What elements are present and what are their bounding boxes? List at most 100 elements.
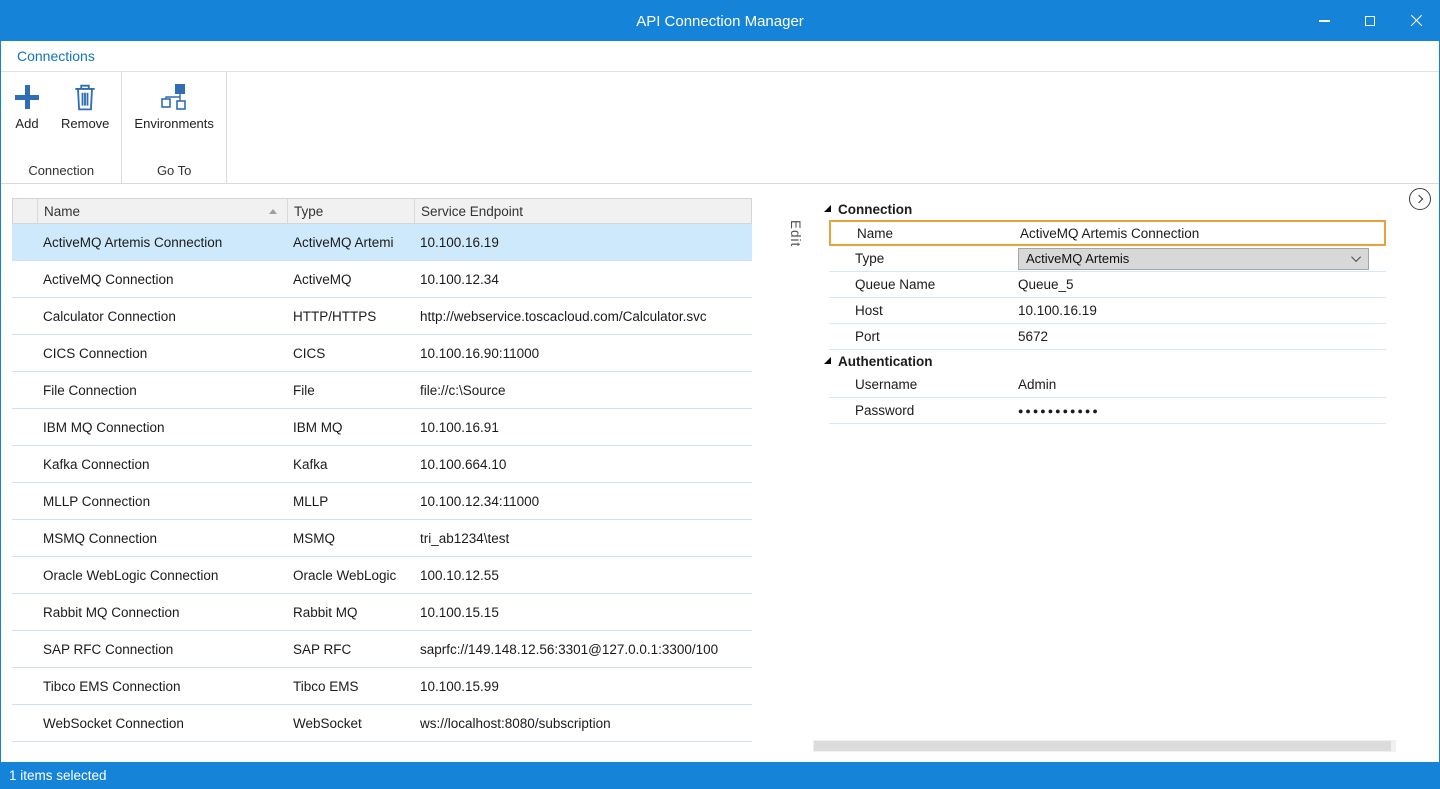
prop-row-name[interactable]: Name ActiveMQ Artemis Connection	[829, 220, 1386, 246]
table-row[interactable]: File Connection File file://c:\Source	[12, 372, 752, 409]
cell-endpoint: http://webservice.toscacloud.com/Calcula…	[414, 309, 752, 324]
prop-row-username[interactable]: Username Admin	[829, 372, 1386, 398]
type-dropdown[interactable]: ActiveMQ Artemis	[1018, 248, 1369, 270]
maximize-icon	[1365, 16, 1375, 26]
dropdown-selected-value: ActiveMQ Artemis	[1026, 251, 1129, 266]
group-buttons: Add Remove	[3, 76, 119, 133]
table-row[interactable]: Calculator Connection HTTP/HTTPS http://…	[12, 298, 752, 335]
cell-endpoint: 10.100.15.15	[414, 605, 752, 620]
table-row[interactable]: CICS Connection CICS 10.100.16.90:11000	[12, 335, 752, 372]
connections-table: Name Type Service Endpoint ActiveMQ Arte…	[12, 198, 752, 762]
table-row[interactable]: Kafka Connection Kafka 10.100.664.10	[12, 446, 752, 483]
cell-type: Rabbit MQ	[287, 605, 414, 620]
table-row[interactable]: MLLP Connection MLLP 10.100.12.34:11000	[12, 483, 752, 520]
panel-expander-button[interactable]	[1409, 188, 1431, 210]
close-button[interactable]	[1393, 1, 1439, 41]
chevron-down-icon	[1351, 252, 1361, 262]
ribbon: Add Remove Connection	[1, 72, 1439, 184]
scrollbar-thumb[interactable]	[814, 741, 1391, 751]
table-row[interactable]: ActiveMQ Connection ActiveMQ 10.100.12.3…	[12, 261, 752, 298]
cell-name: ActiveMQ Artemis Connection	[37, 235, 287, 250]
minimize-button[interactable]	[1301, 1, 1347, 41]
table-row[interactable]: Rabbit MQ Connection Rabbit MQ 10.100.15…	[12, 594, 752, 631]
group-title: Connection	[838, 202, 912, 217]
cell-endpoint: 10.100.664.10	[414, 457, 752, 472]
cell-type: WebSocket	[287, 716, 414, 731]
remove-button[interactable]: Remove	[51, 76, 119, 133]
cell-type: ActiveMQ	[287, 272, 414, 287]
menubar: Connections	[1, 41, 1439, 72]
environments-icon	[159, 82, 189, 112]
tab-edit[interactable]: Edit	[788, 220, 803, 247]
prop-label: Port	[829, 329, 1018, 344]
maximize-button[interactable]	[1347, 1, 1393, 41]
table-row[interactable]: SAP RFC Connection SAP RFC saprfc://149.…	[12, 631, 752, 668]
cell-endpoint: ws://localhost:8080/subscription	[414, 716, 752, 731]
cell-type: SAP RFC	[287, 642, 414, 657]
cell-endpoint: 10.100.12.34:11000	[414, 494, 752, 509]
main-content: Name Type Service Endpoint ActiveMQ Arte…	[1, 184, 1439, 762]
add-button-label: Add	[15, 116, 38, 131]
name-field[interactable]: ActiveMQ Artemis Connection	[1020, 226, 1384, 241]
chevron-right-icon	[1415, 195, 1423, 203]
add-button[interactable]: Add	[3, 76, 51, 133]
port-field[interactable]: 5672	[1018, 329, 1386, 344]
table-row[interactable]: MSMQ Connection MSMQ tri_ab1234\test	[12, 520, 752, 557]
table-row[interactable]: Oracle WebLogic Connection Oracle WebLog…	[12, 557, 752, 594]
table-row[interactable]: Tibco EMS Connection Tibco EMS 10.100.15…	[12, 668, 752, 705]
table-row[interactable]: WebSocket Connection WebSocket ws://loca…	[12, 705, 752, 742]
cell-type: MSMQ	[287, 531, 414, 546]
cell-endpoint: file://c:\Source	[414, 383, 752, 398]
horizontal-scrollbar[interactable]	[813, 740, 1396, 752]
cell-name: Tibco EMS Connection	[37, 679, 287, 694]
menu-tab-connections[interactable]: Connections	[17, 48, 95, 64]
password-field[interactable]: ●●●●●●●●●●●	[1018, 406, 1386, 416]
prop-label: Name	[831, 226, 1020, 241]
username-field[interactable]: Admin	[1018, 377, 1386, 392]
minimize-icon	[1319, 20, 1330, 22]
column-header-endpoint[interactable]: Service Endpoint	[415, 199, 751, 223]
collapse-triangle-icon	[824, 205, 831, 212]
cell-name: MLLP Connection	[37, 494, 287, 509]
column-label: Name	[44, 204, 80, 219]
column-header-name[interactable]: Name	[38, 199, 288, 223]
close-icon	[1410, 15, 1423, 28]
cell-type: IBM MQ	[287, 420, 414, 435]
cell-endpoint: 10.100.16.90:11000	[414, 346, 752, 361]
prop-row-port[interactable]: Port 5672	[829, 324, 1386, 350]
group-header-connection[interactable]: Connection	[813, 198, 1396, 220]
column-header-type[interactable]: Type	[288, 199, 415, 223]
cell-name: IBM MQ Connection	[37, 420, 287, 435]
titlebar[interactable]: API Connection Manager	[1, 1, 1439, 41]
ribbon-group-goto: Environments Go To	[122, 72, 226, 183]
cell-endpoint: 10.100.15.99	[414, 679, 752, 694]
cell-name: ActiveMQ Connection	[37, 272, 287, 287]
prop-label: Host	[829, 303, 1018, 318]
cell-endpoint: tri_ab1234\test	[414, 531, 752, 546]
environments-button[interactable]: Environments	[124, 76, 223, 133]
statusbar: 1 items selected	[1, 762, 1439, 788]
cell-name: File Connection	[37, 383, 287, 398]
table-row[interactable]: IBM MQ Connection IBM MQ 10.100.16.91	[12, 409, 752, 446]
cell-endpoint: saprfc://149.148.12.56:3301@127.0.0.1:33…	[414, 642, 752, 657]
cell-type: ActiveMQ Artemi	[287, 235, 414, 250]
group-title: Authentication	[838, 354, 933, 369]
plus-icon	[13, 83, 41, 111]
prop-row-queue-name[interactable]: Queue Name Queue_5	[829, 272, 1386, 298]
cell-type: CICS	[287, 346, 414, 361]
cell-type: File	[287, 383, 414, 398]
window-title: API Connection Manager	[1, 13, 1439, 30]
prop-row-host[interactable]: Host 10.100.16.19	[829, 298, 1386, 324]
prop-row-password[interactable]: Password ●●●●●●●●●●●	[829, 398, 1386, 424]
prop-label: Queue Name	[829, 277, 1018, 292]
app-window: API Connection Manager Connections Add	[0, 0, 1440, 789]
cell-name: SAP RFC Connection	[37, 642, 287, 657]
host-field[interactable]: 10.100.16.19	[1018, 303, 1386, 318]
window-controls	[1301, 1, 1439, 41]
prop-label: Type	[829, 251, 1018, 266]
group-header-authentication[interactable]: Authentication	[813, 350, 1396, 372]
prop-label: Username	[829, 377, 1018, 392]
queue-name-field[interactable]: Queue_5	[1018, 277, 1386, 292]
table-row[interactable]: ActiveMQ Artemis Connection ActiveMQ Art…	[12, 224, 752, 261]
prop-label: Password	[829, 403, 1018, 418]
